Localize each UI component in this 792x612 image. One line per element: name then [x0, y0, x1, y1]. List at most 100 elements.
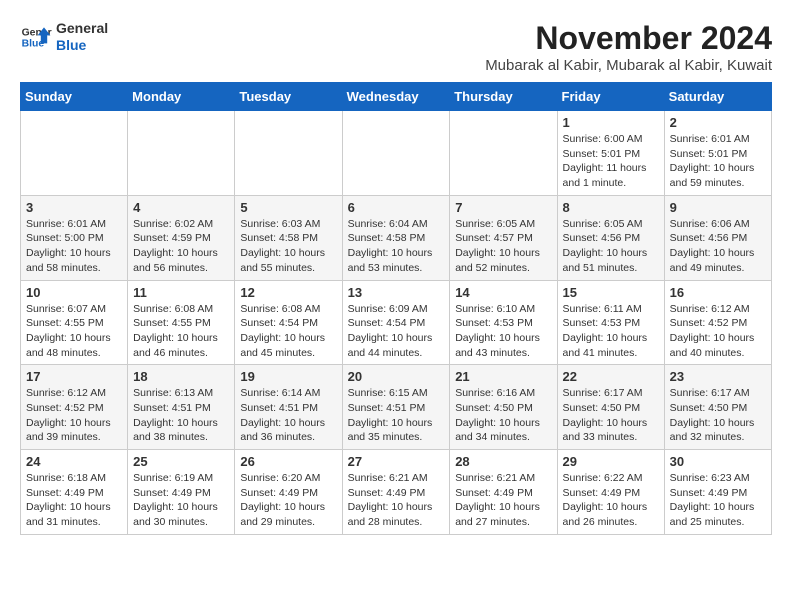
header-day-thursday: Thursday [450, 83, 557, 111]
calendar-table: SundayMondayTuesdayWednesdayThursdayFrid… [20, 82, 772, 535]
day-info: Sunrise: 6:04 AMSunset: 4:58 PMDaylight:… [348, 217, 445, 276]
day-info: Sunrise: 6:19 AMSunset: 4:49 PMDaylight:… [133, 471, 229, 530]
logo-blue: Blue [56, 37, 108, 54]
day-number: 16 [670, 285, 766, 300]
calendar-cell: 17Sunrise: 6:12 AMSunset: 4:52 PMDayligh… [21, 365, 128, 450]
calendar-cell: 1Sunrise: 6:00 AMSunset: 5:01 PMDaylight… [557, 111, 664, 196]
day-info: Sunrise: 6:17 AMSunset: 4:50 PMDaylight:… [563, 386, 659, 445]
day-info: Sunrise: 6:18 AMSunset: 4:49 PMDaylight:… [26, 471, 122, 530]
day-info: Sunrise: 6:08 AMSunset: 4:54 PMDaylight:… [240, 302, 336, 361]
day-info: Sunrise: 6:00 AMSunset: 5:01 PMDaylight:… [563, 132, 659, 191]
header-row: SundayMondayTuesdayWednesdayThursdayFrid… [21, 83, 772, 111]
calendar-cell: 29 Sunrise: 6:22 AMSunset: 4:49 PMDayligh… [557, 450, 664, 535]
day-number: 23 [670, 369, 766, 384]
page-header: General Blue General Blue November 2024 … [20, 20, 772, 74]
day-number: 2 [670, 115, 766, 130]
calendar-cell: 8 Sunrise: 6:05 AMSunset: 4:56 PMDaylight… [557, 195, 664, 280]
logo-icon: General Blue [20, 21, 52, 53]
calendar-cell: 9Sunrise: 6:06 AMSunset: 4:56 PMDaylight… [664, 195, 771, 280]
logo-text: General Blue [56, 20, 108, 54]
day-number: 14 [455, 285, 551, 300]
day-number: 6 [348, 200, 445, 215]
week-row-5: 24 Sunrise: 6:18 AMSunset: 4:49 PMDayligh… [21, 450, 772, 535]
day-info: Sunrise: 6:01 AMSunset: 5:00 PMDaylight:… [26, 217, 122, 276]
day-number: 4 [133, 200, 229, 215]
day-info: Sunrise: 6:01 AMSunset: 5:01 PMDaylight:… [670, 132, 766, 191]
calendar-cell: 14 Sunrise: 6:10 AMSunset: 4:53 PMDayligh… [450, 280, 557, 365]
day-number: 28 [455, 454, 551, 469]
day-info: Sunrise: 6:11 AMSunset: 4:53 PMDaylight:… [563, 302, 659, 361]
day-info: Sunrise: 6:10 AMSunset: 4:53 PMDaylight:… [455, 302, 551, 361]
title-section: November 2024 Mubarak al Kabir, Mubarak … [485, 20, 772, 74]
day-info: Sunrise: 6:05 AMSunset: 4:56 PMDaylight:… [563, 217, 659, 276]
day-number: 13 [348, 285, 445, 300]
day-number: 15 [563, 285, 659, 300]
day-number: 7 [455, 200, 551, 215]
day-number: 27 [348, 454, 445, 469]
month-title: November 2024 [485, 20, 772, 57]
day-number: 22 [563, 369, 659, 384]
calendar-cell: 10 Sunrise: 6:07 AMSunset: 4:55 PMDayligh… [21, 280, 128, 365]
calendar-cell: 2 Sunrise: 6:01 AMSunset: 5:01 PMDaylight… [664, 111, 771, 196]
day-info: Sunrise: 6:07 AMSunset: 4:55 PMDaylight:… [26, 302, 122, 361]
header-day-tuesday: Tuesday [235, 83, 342, 111]
day-info: Sunrise: 6:21 AMSunset: 4:49 PMDaylight:… [348, 471, 445, 530]
day-number: 26 [240, 454, 336, 469]
calendar-cell [450, 111, 557, 196]
day-info: Sunrise: 6:08 AMSunset: 4:55 PMDaylight:… [133, 302, 229, 361]
day-number: 11 [133, 285, 229, 300]
calendar-cell: 7 Sunrise: 6:05 AMSunset: 4:57 PMDaylight… [450, 195, 557, 280]
day-info: Sunrise: 6:20 AMSunset: 4:49 PMDaylight:… [240, 471, 336, 530]
week-row-2: 3 Sunrise: 6:01 AMSunset: 5:00 PMDaylight… [21, 195, 772, 280]
day-number: 29 [563, 454, 659, 469]
calendar-cell: 23 Sunrise: 6:17 AMSunset: 4:50 PMDayligh… [664, 365, 771, 450]
day-number: 30 [670, 454, 766, 469]
logo: General Blue General Blue [20, 20, 108, 54]
header-day-sunday: Sunday [21, 83, 128, 111]
calendar-cell: 21Sunrise: 6:16 AMSunset: 4:50 PMDayligh… [450, 365, 557, 450]
day-number: 10 [26, 285, 122, 300]
calendar-cell: 12 Sunrise: 6:08 AMSunset: 4:54 PMDayligh… [235, 280, 342, 365]
day-number: 8 [563, 200, 659, 215]
week-row-4: 17Sunrise: 6:12 AMSunset: 4:52 PMDayligh… [21, 365, 772, 450]
calendar-cell: 22 Sunrise: 6:17 AMSunset: 4:50 PMDayligh… [557, 365, 664, 450]
day-info: Sunrise: 6:16 AMSunset: 4:50 PMDaylight:… [455, 386, 551, 445]
header-day-friday: Friday [557, 83, 664, 111]
day-number: 5 [240, 200, 336, 215]
calendar-cell: 16 Sunrise: 6:12 AMSunset: 4:52 PMDayligh… [664, 280, 771, 365]
header-day-saturday: Saturday [664, 83, 771, 111]
calendar-cell: 11 Sunrise: 6:08 AMSunset: 4:55 PMDayligh… [128, 280, 235, 365]
day-info: Sunrise: 6:12 AMSunset: 4:52 PMDaylight:… [670, 302, 766, 361]
day-number: 24 [26, 454, 122, 469]
calendar-header: SundayMondayTuesdayWednesdayThursdayFrid… [21, 83, 772, 111]
day-info: Sunrise: 6:22 AMSunset: 4:49 PMDaylight:… [563, 471, 659, 530]
week-row-3: 10 Sunrise: 6:07 AMSunset: 4:55 PMDayligh… [21, 280, 772, 365]
day-info: Sunrise: 6:09 AMSunset: 4:54 PMDaylight:… [348, 302, 445, 361]
calendar-cell: 20 Sunrise: 6:15 AMSunset: 4:51 PMDayligh… [342, 365, 450, 450]
day-info: Sunrise: 6:05 AMSunset: 4:57 PMDaylight:… [455, 217, 551, 276]
calendar-cell: 30 Sunrise: 6:23 AMSunset: 4:49 PMDayligh… [664, 450, 771, 535]
calendar-cell: 24 Sunrise: 6:18 AMSunset: 4:49 PMDayligh… [21, 450, 128, 535]
calendar-cell [21, 111, 128, 196]
day-info: Sunrise: 6:03 AMSunset: 4:58 PMDaylight:… [240, 217, 336, 276]
day-info: Sunrise: 6:23 AMSunset: 4:49 PMDaylight:… [670, 471, 766, 530]
day-info: Sunrise: 6:17 AMSunset: 4:50 PMDaylight:… [670, 386, 766, 445]
location-title: Mubarak al Kabir, Mubarak al Kabir, Kuwa… [485, 57, 772, 74]
day-number: 20 [348, 369, 445, 384]
calendar-cell: 28Sunrise: 6:21 AMSunset: 4:49 PMDayligh… [450, 450, 557, 535]
day-number: 12 [240, 285, 336, 300]
calendar-cell: 19Sunrise: 6:14 AMSunset: 4:51 PMDayligh… [235, 365, 342, 450]
header-day-monday: Monday [128, 83, 235, 111]
calendar-cell: 18Sunrise: 6:13 AMSunset: 4:51 PMDayligh… [128, 365, 235, 450]
calendar-cell: 26 Sunrise: 6:20 AMSunset: 4:49 PMDayligh… [235, 450, 342, 535]
calendar-cell: 4Sunrise: 6:02 AMSunset: 4:59 PMDaylight… [128, 195, 235, 280]
day-number: 19 [240, 369, 336, 384]
day-number: 3 [26, 200, 122, 215]
header-day-wednesday: Wednesday [342, 83, 450, 111]
day-number: 25 [133, 454, 229, 469]
day-info: Sunrise: 6:15 AMSunset: 4:51 PMDaylight:… [348, 386, 445, 445]
calendar-cell: 25 Sunrise: 6:19 AMSunset: 4:49 PMDayligh… [128, 450, 235, 535]
day-number: 9 [670, 200, 766, 215]
calendar-cell: 13 Sunrise: 6:09 AMSunset: 4:54 PMDayligh… [342, 280, 450, 365]
calendar-cell: 27 Sunrise: 6:21 AMSunset: 4:49 PMDayligh… [342, 450, 450, 535]
